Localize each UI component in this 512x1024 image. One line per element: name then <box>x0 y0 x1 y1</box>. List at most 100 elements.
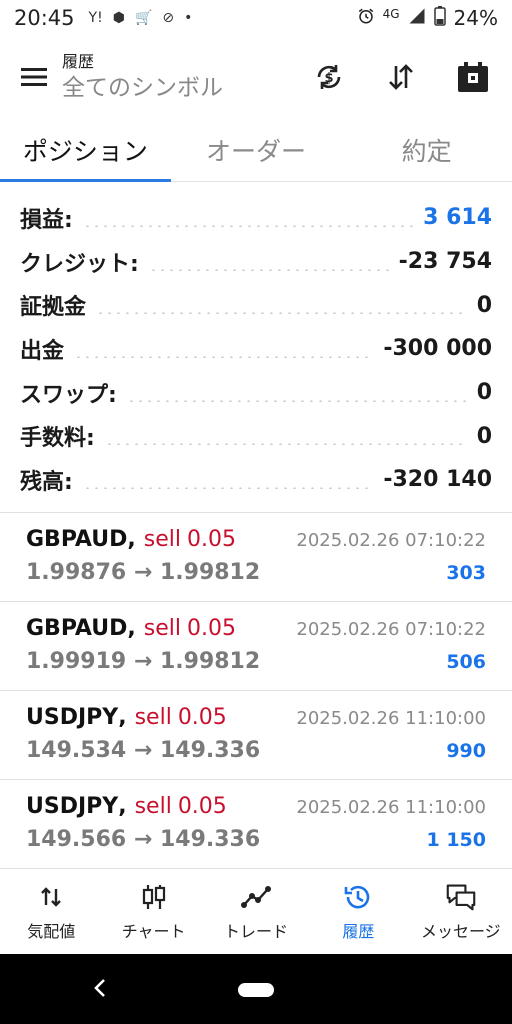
summary-value: -320 140 <box>383 467 492 493</box>
trade-volume: 0.05 <box>187 616 236 641</box>
trade-volume: 0.05 <box>177 705 227 730</box>
dotted-leader <box>148 268 389 271</box>
sort-button[interactable] <box>372 49 430 105</box>
open-price: 149.566 <box>26 827 127 852</box>
nav-chart[interactable]: チャート <box>102 869 204 954</box>
notification-icons: Y! ⬢ 🛒 ⊘ • <box>89 10 193 26</box>
nav-label: 履歴 <box>342 921 375 941</box>
symbol: GBPAUD <box>26 527 128 552</box>
position-row[interactable]: GBPAUD, sell 0.05 2025.02.26 07:10:22 1.… <box>0 513 512 602</box>
chevron-left-icon <box>94 979 105 997</box>
summary-row-credit: クレジット: -23 754 <box>0 240 512 284</box>
alarm-icon <box>357 6 375 30</box>
candlestick-icon <box>139 882 169 912</box>
svg-text:$: $ <box>324 71 333 86</box>
trade-side: sell <box>134 705 172 730</box>
close-price: 1.99812 <box>159 560 261 585</box>
tab-orders[interactable]: オーダー <box>171 118 342 181</box>
symbol: GBPAUD <box>26 616 128 641</box>
calendar-button[interactable] <box>444 49 502 105</box>
trade-time: 2025.02.26 11:10:00 <box>296 708 486 729</box>
tab-deals[interactable]: 約定 <box>341 118 512 181</box>
currency-sync-button[interactable]: $ <box>300 49 358 105</box>
bottom-navigation: 気配値 チャート トレード 履歴 メッセージ <box>0 868 512 954</box>
trade-profit: 1 150 <box>426 829 487 851</box>
system-icons: 4G 24% <box>357 5 498 31</box>
summary-label: 手数料: <box>20 426 95 452</box>
symbol: USDJPY <box>26 705 119 730</box>
open-price: 1.99919 <box>26 649 127 674</box>
arrow-icon: → <box>126 827 160 852</box>
summary-row-margin: 証拠金 0 <box>0 283 512 327</box>
system-navigation-bar <box>0 954 512 1024</box>
summary-value: 0 <box>476 380 492 406</box>
history-icon <box>343 882 373 912</box>
status-time: 20:45 <box>14 6 75 30</box>
close-price: 1.99812 <box>159 649 261 674</box>
symbol: USDJPY <box>26 794 119 819</box>
summary-row-commission: 手数料: 0 <box>0 414 512 458</box>
network-type: 4G <box>382 7 400 21</box>
trade-side: sell <box>143 616 181 641</box>
nav-label: チャート <box>121 921 186 941</box>
position-row[interactable]: USDJPY, sell 0.05 2025.02.26 11:10:00 14… <box>0 691 512 780</box>
summary-label: 損益: <box>20 207 73 233</box>
close-price: 149.336 <box>159 738 261 763</box>
home-button[interactable] <box>238 983 274 997</box>
menu-button[interactable] <box>6 49 62 105</box>
summary-label: 証拠金 <box>20 295 87 321</box>
title-block[interactable]: 履歴 全てのシンボル <box>62 51 223 103</box>
blocked-icon: ⊘ <box>162 10 175 26</box>
summary-value: 3 614 <box>423 205 492 231</box>
nav-trade[interactable]: トレード <box>205 869 307 954</box>
trade-time: 2025.02.26 07:10:22 <box>296 530 486 551</box>
app-bar: 履歴 全てのシンボル $ <box>0 36 512 118</box>
nav-label: 気配値 <box>27 921 76 941</box>
arrow-icon: → <box>126 738 160 763</box>
separator: , <box>127 616 136 641</box>
status-bar: 20:45 Y! ⬢ 🛒 ⊘ • 4G 24% <box>0 0 512 36</box>
trade-side: sell <box>143 527 181 552</box>
nav-quotes[interactable]: 気配値 <box>0 869 102 954</box>
trade-time: 2025.02.26 11:10:00 <box>296 797 486 818</box>
nav-label: メッセージ <box>420 921 501 941</box>
open-price: 149.534 <box>26 738 127 763</box>
trade-icon <box>241 882 272 912</box>
dotted-leader <box>104 443 467 446</box>
position-row[interactable]: USDJPY, sell 0.05 2025.02.26 11:10:00 14… <box>0 780 512 869</box>
summary-label: スワップ: <box>20 382 117 408</box>
trade-profit: 303 <box>446 562 486 584</box>
summary-row-withdrawal: 出金 -300 000 <box>0 327 512 371</box>
position-row[interactable]: GBPAUD, sell 0.05 2025.02.26 07:10:22 1.… <box>0 602 512 691</box>
summary-value: 0 <box>476 423 492 449</box>
dotted-leader <box>126 399 467 402</box>
battery-percent: 24% <box>453 6 498 30</box>
tab-bar: ポジション オーダー 約定 <box>0 118 512 182</box>
quotes-icon <box>36 882 66 912</box>
appbar-actions: $ <box>300 49 502 105</box>
arrow-icon: → <box>126 560 160 585</box>
summary-label: 出金 <box>20 338 65 364</box>
dotted-leader <box>82 224 414 227</box>
dotted-leader <box>82 486 374 489</box>
sort-icon <box>389 64 413 90</box>
nav-messages[interactable]: メッセージ <box>410 869 512 954</box>
close-price: 149.336 <box>159 827 261 852</box>
position-list: GBPAUD, sell 0.05 2025.02.26 07:10:22 1.… <box>0 512 512 869</box>
nav-history[interactable]: 履歴 <box>307 869 409 954</box>
summary-row-balance: 残高: -320 140 <box>0 458 512 502</box>
summary-value: 0 <box>476 292 492 318</box>
symbol-filter[interactable]: 全てのシンボル <box>62 73 223 103</box>
cube-icon: ⬢ <box>112 10 125 26</box>
back-button[interactable] <box>88 976 112 1000</box>
tab-positions[interactable]: ポジション <box>0 118 171 182</box>
trade-volume: 0.05 <box>177 794 227 819</box>
open-price: 1.99876 <box>26 560 127 585</box>
dot-icon: • <box>184 10 193 26</box>
page-title: 履歴 <box>62 52 95 71</box>
summary-label: 残高: <box>20 469 73 495</box>
separator: , <box>118 705 127 730</box>
account-summary: 損益: 3 614 クレジット: -23 754 証拠金 0 出金 -300 0… <box>0 196 512 502</box>
dotted-leader <box>74 355 374 358</box>
separator: , <box>118 794 127 819</box>
